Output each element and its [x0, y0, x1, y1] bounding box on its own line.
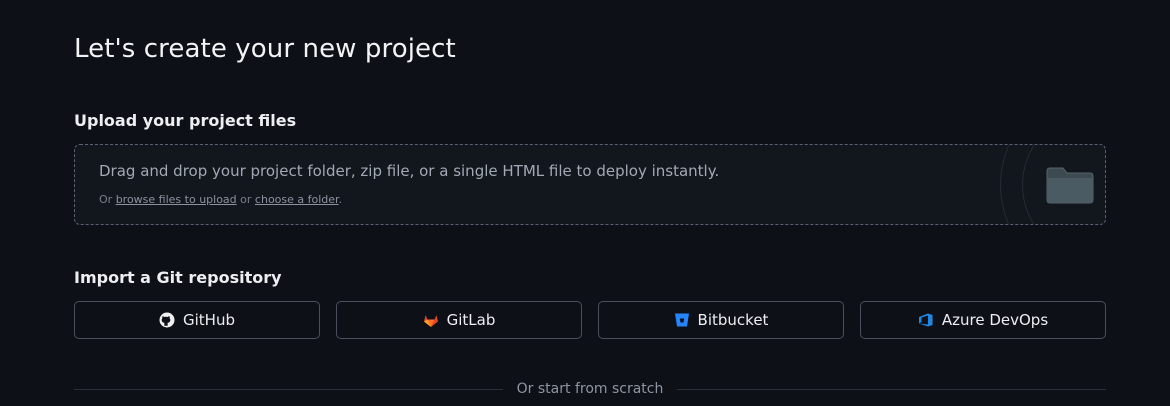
dropzone-alternatives: Or browse files to upload or choose a fo… [99, 193, 342, 206]
page-title: Let's create your new project [74, 34, 456, 64]
azure-devops-button-label: Azure DevOps [941, 311, 1049, 329]
github-button[interactable]: GitHub [74, 301, 320, 339]
azure-devops-icon [918, 312, 934, 328]
divider-line-right [677, 388, 1107, 390]
dropzone-or-prefix: Or [99, 193, 113, 206]
git-section-label: Import a Git repository [74, 268, 282, 287]
gitlab-icon [423, 312, 439, 328]
choose-folder-link[interactable]: choose a folder [255, 193, 339, 206]
bitbucket-button-label: Bitbucket [697, 311, 769, 329]
dropzone-instructions: Drag and drop your project folder, zip f… [99, 162, 720, 180]
github-button-label: GitHub [183, 311, 235, 329]
bitbucket-button[interactable]: Bitbucket [598, 301, 844, 339]
upload-section-label: Upload your project files [74, 111, 297, 130]
folder-icon [1046, 167, 1094, 204]
scratch-divider-text: Or start from scratch [516, 381, 664, 397]
browse-files-link[interactable]: browse files to upload [116, 193, 237, 206]
file-dropzone[interactable]: Drag and drop your project folder, zip f… [74, 144, 1106, 225]
divider-line-left [74, 388, 503, 390]
github-icon [159, 312, 175, 328]
scratch-divider: Or start from scratch [74, 380, 1107, 398]
azure-devops-button[interactable]: Azure DevOps [860, 301, 1106, 339]
gitlab-button-label: GitLab [446, 311, 496, 329]
git-provider-buttons: GitHub GitLab Bitbucket Azure DevOps [74, 301, 1106, 339]
gitlab-button[interactable]: GitLab [336, 301, 582, 339]
bitbucket-icon [674, 312, 690, 328]
dropzone-period: . [338, 193, 343, 206]
new-project-page: Let's create your new project Upload you… [0, 0, 1170, 406]
dropzone-or-text: or [240, 193, 252, 206]
